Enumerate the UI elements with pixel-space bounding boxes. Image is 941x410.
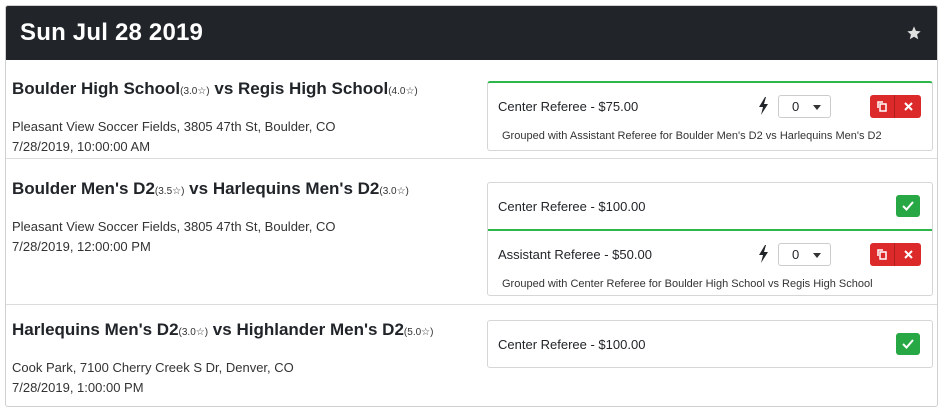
assign-count-dropdown[interactable]: 0 [778, 95, 831, 118]
slot-label: Center Referee - $100.00 [498, 336, 646, 352]
slot-center-referee: Center Referee - $100.00 [488, 321, 932, 367]
assign-count-dropdown[interactable]: 0 [778, 243, 831, 266]
away-rating: (4.0☆) [388, 86, 418, 97]
lightning-icon [758, 245, 772, 263]
matchup-title: Boulder High School(3.0☆) vs Regis High … [12, 78, 482, 103]
accept-button[interactable] [896, 195, 920, 217]
vs-label: vs [214, 79, 234, 98]
delete-button[interactable] [895, 95, 921, 118]
home-team: Boulder High School [12, 79, 181, 98]
slot-label: Assistant Referee - $50.00 [498, 246, 652, 262]
away-team: Regis High School [238, 79, 389, 98]
game-row: Boulder High School(3.0☆) vs Regis High … [6, 60, 937, 159]
star-icon[interactable] [905, 24, 923, 42]
home-rating: (3.5☆) [154, 186, 185, 197]
copy-button[interactable] [870, 243, 895, 266]
accept-button[interactable] [896, 333, 920, 355]
caret-down-icon [813, 253, 821, 258]
slot-group: Center Referee - $100.00 Assistant Refer… [487, 182, 933, 296]
caret-down-icon [813, 105, 821, 110]
game-info: Boulder Men's D2(3.5☆) vs Harlequins Men… [12, 178, 482, 257]
game-location: Pleasant View Soccer Fields, 3805 47th S… [12, 219, 336, 234]
slot-label: Center Referee - $75.00 [498, 98, 639, 114]
star-outline-icon: ☆) [197, 86, 210, 97]
home-rating: (3.0☆) [178, 327, 209, 338]
lightning-icon [758, 97, 772, 115]
delete-button[interactable] [895, 243, 921, 266]
matchup-title: Boulder Men's D2(3.5☆) vs Harlequins Men… [12, 178, 482, 203]
game-location: Pleasant View Soccer Fields, 3805 47th S… [12, 119, 336, 134]
star-outline-icon: ☆) [405, 86, 418, 97]
slot-actions [870, 95, 921, 118]
slot-group: Center Referee - $75.00 0 Grouped with A… [487, 81, 933, 151]
date-title: Sun Jul 28 2019 [20, 19, 204, 46]
schedule-day-card: Sun Jul 28 2019 Boulder High School(3.0☆… [5, 5, 938, 407]
game-location: Cook Park, 7100 Cherry Creek S Dr, Denve… [12, 360, 294, 375]
slot-actions [870, 243, 921, 266]
home-rating: (3.0☆) [180, 86, 210, 97]
star-outline-icon: ☆) [396, 186, 409, 197]
game-datetime: 7/28/2019, 10:00:00 AM [12, 139, 151, 154]
game-datetime: 7/28/2019, 12:00:00 PM [12, 239, 151, 254]
star-outline-icon: ☆) [195, 327, 209, 338]
slot-center-referee: Center Referee - $100.00 [488, 183, 932, 229]
game-datetime: 7/28/2019, 1:00:00 PM [12, 380, 144, 395]
grouped-note: Grouped with Center Referee for Boulder … [502, 278, 873, 290]
grouped-note: Grouped with Assistant Referee for Bould… [502, 130, 882, 142]
slot-assistant-referee: Assistant Referee - $50.00 0 [488, 231, 932, 277]
vs-label: vs [189, 179, 209, 198]
slot-center-referee: Center Referee - $75.00 0 [488, 83, 932, 129]
away-team: Highlander Men's D2 [236, 320, 404, 339]
game-info: Harlequins Men's D2(3.0☆) vs Highlander … [12, 319, 482, 398]
star-outline-icon: ☆) [421, 327, 434, 338]
matchup-title: Harlequins Men's D2(3.0☆) vs Highlander … [12, 319, 482, 344]
home-team: Harlequins Men's D2 [12, 320, 179, 339]
slot-label: Center Referee - $100.00 [498, 198, 646, 214]
slot-group: Center Referee - $100.00 [487, 320, 933, 368]
away-rating: (5.0☆) [403, 327, 434, 338]
game-info: Boulder High School(3.0☆) vs Regis High … [12, 78, 482, 157]
game-row: Harlequins Men's D2(3.0☆) vs Highlander … [6, 305, 937, 406]
home-team: Boulder Men's D2 [12, 179, 155, 198]
away-rating: (3.0☆) [379, 186, 409, 197]
star-outline-icon: ☆) [172, 186, 185, 197]
vs-label: vs [212, 320, 232, 339]
copy-button[interactable] [870, 95, 895, 118]
day-header: Sun Jul 28 2019 [6, 6, 937, 60]
away-team: Harlequins Men's D2 [212, 179, 380, 198]
game-row: Boulder Men's D2(3.5☆) vs Harlequins Men… [6, 159, 937, 305]
